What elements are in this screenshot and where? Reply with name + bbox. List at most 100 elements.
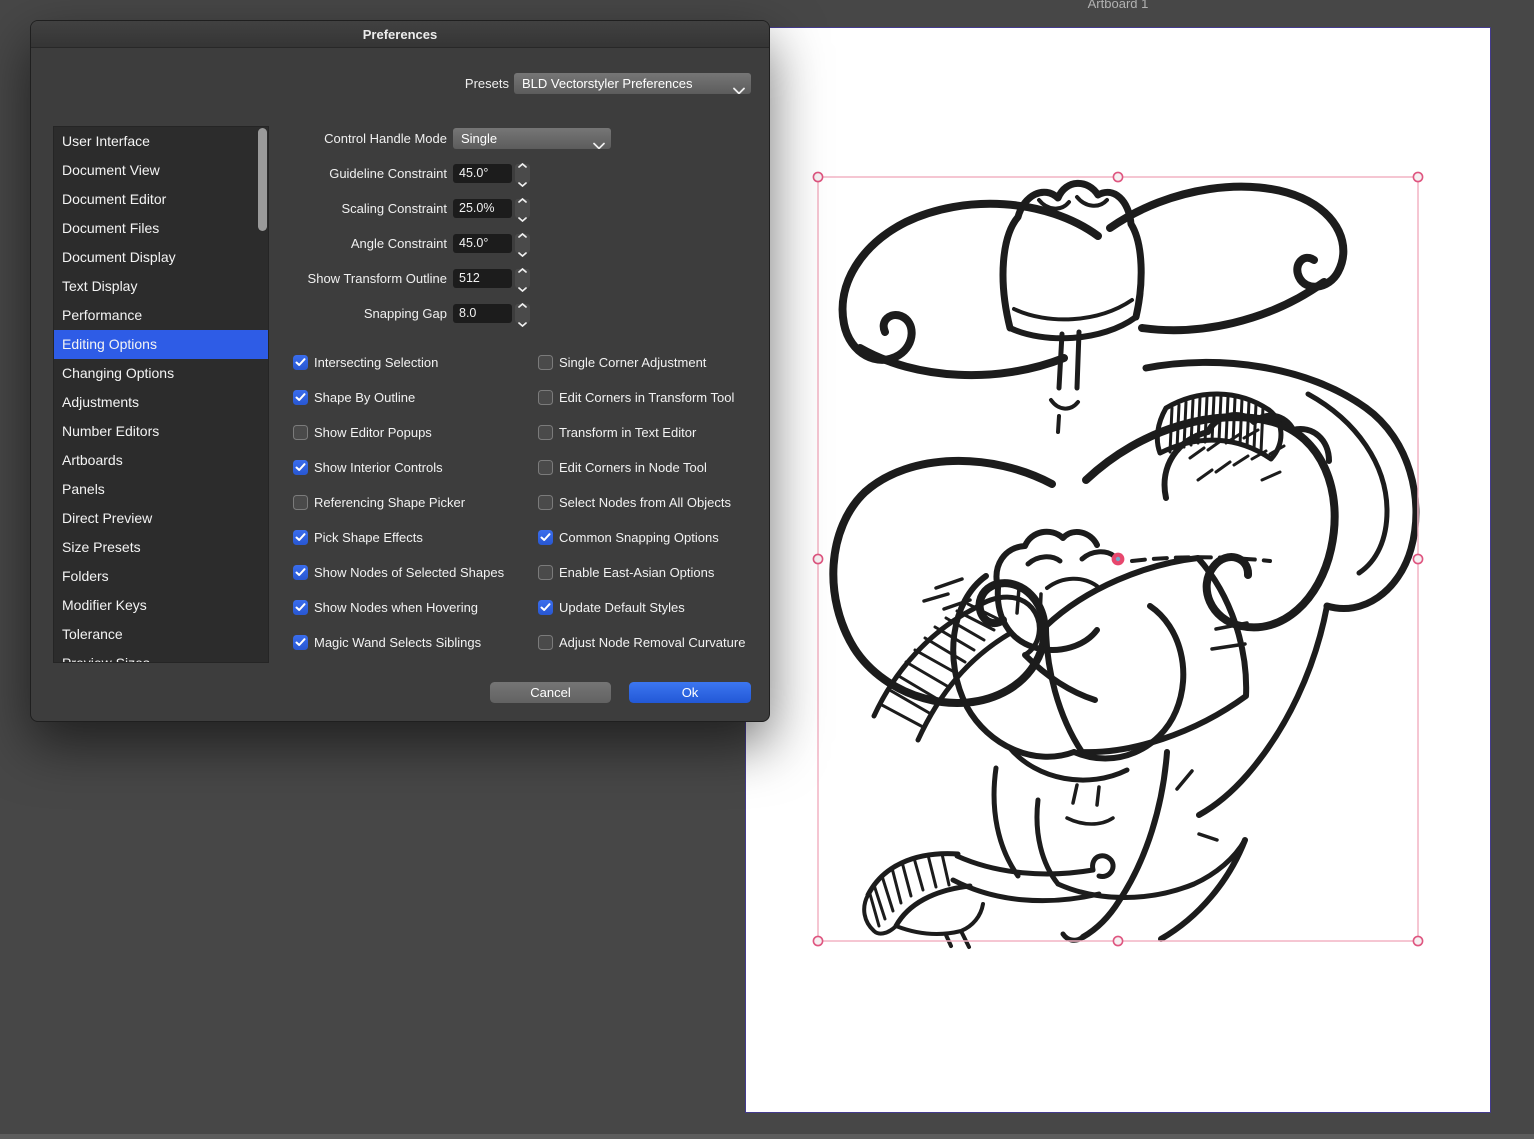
checkbox-label-edit-corners-in-node-tool: Edit Corners in Node Tool — [559, 460, 707, 475]
presets-value: BLD Vectorstyler Preferences — [522, 76, 693, 91]
show-transform-outline-input[interactable]: 512 — [453, 269, 512, 288]
checkmark-icon — [540, 603, 551, 612]
sidebar-item-folders[interactable]: Folders — [54, 562, 268, 591]
checkbox-row-show-interior-controls: Show Interior Controls — [293, 460, 533, 476]
checkbox-show-editor-popups[interactable] — [293, 425, 308, 440]
checkmark-icon — [295, 393, 306, 402]
checkbox-transform-in-text-editor[interactable] — [538, 425, 553, 440]
checkbox-edit-corners-in-transform-tool[interactable] — [538, 390, 553, 405]
angle-constraint-input[interactable]: 45.0° — [453, 234, 512, 253]
dialog-title: Preferences — [363, 27, 437, 42]
checkbox-select-nodes-from-all-objects[interactable] — [538, 495, 553, 510]
checkbox-row-magic-wand-selects-siblings: Magic Wand Selects Siblings — [293, 635, 533, 651]
checkmark-icon — [295, 533, 306, 542]
field-row-show-transform-outline: Show Transform Outline 512 — [31, 268, 771, 289]
dropdown-value: Single — [461, 131, 497, 146]
checkbox-row-edit-corners-in-node-tool: Edit Corners in Node Tool — [538, 460, 778, 476]
checkmark-icon — [295, 358, 306, 367]
guideline-constraint-input[interactable]: 45.0° — [453, 164, 512, 183]
field-row-scaling-constraint: Scaling Constraint25.0% — [31, 198, 771, 219]
scaling-constraint-stepper[interactable] — [515, 199, 530, 218]
presets-dropdown[interactable]: BLD Vectorstyler Preferences — [514, 73, 751, 94]
checkbox-row-pick-shape-effects: Pick Shape Effects — [293, 530, 533, 546]
checkbox-edit-corners-in-node-tool[interactable] — [538, 460, 553, 475]
sidebar-item-number-editors[interactable]: Number Editors — [54, 417, 268, 446]
checkbox-label-show-nodes-when-hovering: Show Nodes when Hovering — [314, 600, 478, 615]
character-ink — [833, 183, 1416, 947]
checkbox-common-snapping-options[interactable] — [538, 530, 553, 545]
presets-label: Presets — [331, 73, 509, 94]
checkbox-label-update-default-styles: Update Default Styles — [559, 600, 685, 615]
checkmark-icon — [295, 603, 306, 612]
checkbox-row-show-nodes-of-selected-shapes: Show Nodes of Selected Shapes — [293, 565, 533, 581]
stepper-down-icon[interactable] — [518, 314, 527, 332]
checkbox-magic-wand-selects-siblings[interactable] — [293, 635, 308, 650]
checkbox-pick-shape-effects[interactable] — [293, 530, 308, 545]
character-drawing[interactable] — [746, 28, 1492, 1114]
checkmark-icon — [295, 568, 306, 577]
stepper-up-icon[interactable] — [518, 225, 527, 243]
checkbox-update-default-styles[interactable] — [538, 600, 553, 615]
chevron-down-icon — [593, 135, 605, 149]
sidebar-item-adjustments[interactable]: Adjustments — [54, 388, 268, 417]
checkbox-show-nodes-of-selected-shapes[interactable] — [293, 565, 308, 580]
checkmark-icon — [295, 638, 306, 647]
scaling-constraint-input[interactable]: 25.0% — [453, 199, 512, 218]
checkbox-single-corner-adjustment[interactable] — [538, 355, 553, 370]
sidebar-item-tolerance[interactable]: Tolerance — [54, 620, 268, 649]
chevron-down-icon — [733, 80, 745, 94]
sidebar-item-size-presets[interactable]: Size Presets — [54, 533, 268, 562]
window-bottom-edge — [0, 1134, 1534, 1139]
checkmark-icon — [540, 533, 551, 542]
checkbox-shape-by-outline[interactable] — [293, 390, 308, 405]
sidebar-item-panels[interactable]: Panels — [54, 475, 268, 504]
checkbox-row-shape-by-outline: Shape By Outline — [293, 390, 533, 406]
field-row-control-handle-mode: Control Handle ModeSingle — [31, 128, 771, 149]
control-handle-mode-dropdown[interactable]: Single — [453, 128, 611, 149]
checkbox-label-pick-shape-effects: Pick Shape Effects — [314, 530, 423, 545]
checkbox-row-update-default-styles: Update Default Styles — [538, 600, 778, 616]
field-label-guideline-constraint: Guideline Constraint — [31, 163, 447, 184]
sidebar-item-artboards[interactable]: Artboards — [54, 446, 268, 475]
angle-constraint-stepper[interactable] — [515, 234, 530, 253]
checkbox-adjust-node-removal-curvature[interactable] — [538, 635, 553, 650]
stepper-up-icon[interactable] — [518, 260, 527, 278]
checkbox-label-transform-in-text-editor: Transform in Text Editor — [559, 425, 696, 440]
field-label-snapping-gap: Snapping Gap — [31, 303, 447, 324]
ok-button[interactable]: Ok — [629, 682, 751, 703]
stepper-up-icon[interactable] — [518, 190, 527, 208]
checkbox-row-edit-corners-in-transform-tool: Edit Corners in Transform Tool — [538, 390, 778, 406]
guideline-constraint-stepper[interactable] — [515, 164, 530, 183]
checkbox-row-enable-east-asian-options: Enable East-Asian Options — [538, 565, 778, 581]
checkbox-intersecting-selection[interactable] — [293, 355, 308, 370]
checkbox-label-show-editor-popups: Show Editor Popups — [314, 425, 432, 440]
sidebar-item-direct-preview[interactable]: Direct Preview — [54, 504, 268, 533]
checkbox-label-show-interior-controls: Show Interior Controls — [314, 460, 443, 475]
snapping-gap-stepper[interactable] — [515, 304, 530, 323]
stepper-up-icon[interactable] — [518, 295, 527, 313]
sidebar-item-changing-options[interactable]: Changing Options — [54, 359, 268, 388]
field-label-angle-constraint: Angle Constraint — [31, 233, 447, 254]
checkbox-enable-east-asian-options[interactable] — [538, 565, 553, 580]
artboard-label: Artboard 1 — [1048, 0, 1188, 11]
checkbox-row-show-editor-popups: Show Editor Popups — [293, 425, 533, 441]
stepper-up-icon[interactable] — [518, 155, 527, 173]
checkbox-show-interior-controls[interactable] — [293, 460, 308, 475]
cancel-button[interactable]: Cancel — [490, 682, 611, 703]
checkbox-row-intersecting-selection: Intersecting Selection — [293, 355, 533, 371]
show-transform-outline-stepper[interactable] — [515, 269, 530, 288]
checkbox-referencing-shape-picker[interactable] — [293, 495, 308, 510]
sidebar-item-editing-options[interactable]: Editing Options — [54, 330, 268, 359]
selection-center-point[interactable] — [1112, 553, 1125, 566]
snapping-gap-input[interactable]: 8.0 — [453, 304, 512, 323]
field-row-snapping-gap: Snapping Gap 8.0 — [31, 303, 771, 324]
field-label-show-transform-outline: Show Transform Outline — [31, 268, 447, 289]
checkbox-label-enable-east-asian-options: Enable East-Asian Options — [559, 565, 714, 580]
sidebar-item-preview-sizes[interactable]: Preview Sizes — [54, 649, 268, 663]
checkbox-show-nodes-when-hovering[interactable] — [293, 600, 308, 615]
checkmark-icon — [295, 463, 306, 472]
sidebar-item-modifier-keys[interactable]: Modifier Keys — [54, 591, 268, 620]
field-row-angle-constraint: Angle Constraint 45.0° — [31, 233, 771, 254]
dialog-titlebar[interactable]: Preferences — [31, 21, 769, 48]
artboard[interactable] — [745, 27, 1491, 1113]
